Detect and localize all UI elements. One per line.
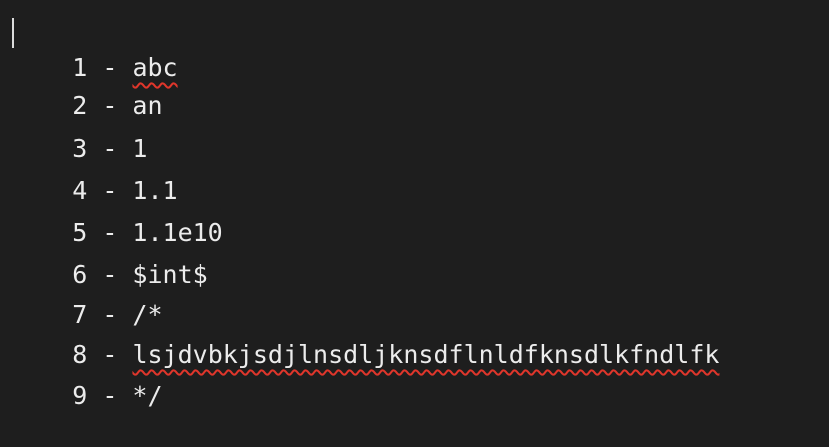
editor-line-6[interactable]: 6 - $int$ [12, 224, 207, 289]
editor-line-4[interactable]: 4 - 1.1 [12, 140, 177, 205]
editor-line-2[interactable]: 2 - an [12, 55, 162, 120]
misspelled-word[interactable]: lsjdvbkjsdjlnsdljknsdflnldfknsdlkfndlfk [132, 338, 719, 372]
editor-line-1[interactable]: 1 - abc [12, 17, 177, 82]
editor-line-8[interactable]: 8 - lsjdvbkjsdjlnsdljknsdflnldfknsdlkfnd… [12, 304, 719, 369]
editor-line-7[interactable]: 7 - /* [12, 264, 162, 329]
editor-line-9[interactable]: 9 - */ [12, 345, 162, 410]
text-editor[interactable]: 1 - abc 2 - an 3 - 1 4 - 1.1 5 - 1.1e10 … [0, 0, 829, 410]
line-text: 9 - */ [72, 381, 163, 410]
editor-line-5[interactable]: 5 - 1.1e10 [12, 182, 223, 247]
editor-line-3[interactable]: 3 - 1 [12, 98, 147, 163]
